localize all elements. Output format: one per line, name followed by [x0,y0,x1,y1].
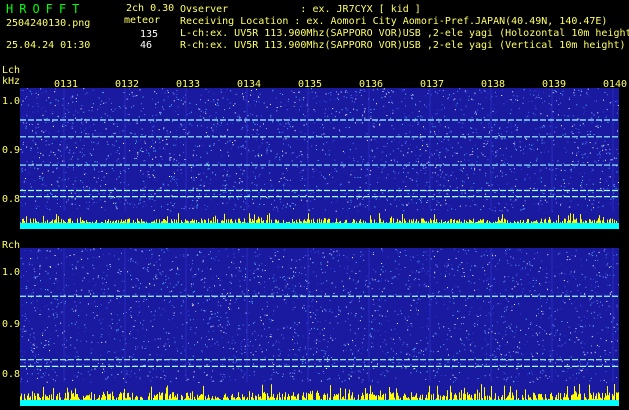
meteor-count-r: 46 [140,40,153,51]
rch-line: R-ch:ex. UV5R 113.900Mhz(SAPPORO VOR)USB… [180,40,626,51]
rch-y-tick: 0.9 [2,319,21,330]
lch-spectrogram-canvas [20,88,619,229]
spectrogram-background [20,248,619,406]
observer-line: Ovserver : ex. JR7CYX [ kid ] [180,4,421,15]
lch-y-tick: 0.9 [2,145,21,156]
location-line: Receiving Location : ex. Aomori City Aom… [180,16,608,27]
lch-spectrogram [20,88,619,229]
mode-label: 2ch 0.30 [126,3,175,14]
app-title: HROFFT [6,2,86,16]
rch-label: Rch [2,240,21,251]
lch-line: L-ch:ex. UV5R 113.900Mhz(SAPPORO VOR)USB… [180,28,629,39]
lch-label: Lch [2,65,21,76]
unit-label: kHz [2,76,21,87]
lch-y-tick: 1.0 [2,96,21,107]
meteor-label: meteor [124,15,161,26]
amplitude-base [20,223,619,229]
lch-y-tick: 0.8 [2,194,21,205]
meteor-count-l: 135 [140,29,159,40]
rch-spectrogram-canvas [20,248,619,406]
rch-spectrogram [20,248,619,406]
rch-y-tick: 1.0 [2,267,21,278]
rch-y-tick: 0.8 [2,369,21,380]
date-time: 25.04.24 01:30 [6,40,91,51]
file-name: 2504240130.png [6,18,91,29]
spectrogram-background [20,88,619,229]
amplitude-base [20,400,619,406]
